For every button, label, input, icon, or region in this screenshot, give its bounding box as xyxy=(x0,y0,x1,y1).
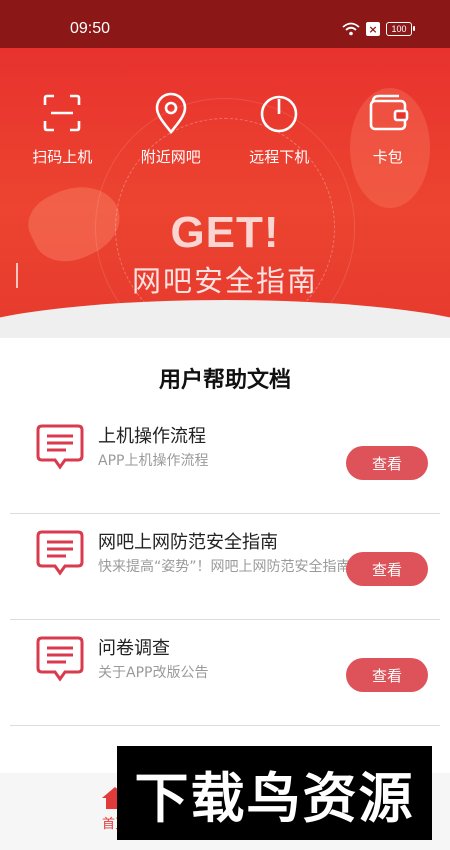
status-time: 09:50 xyxy=(70,20,111,37)
help-docs-section: 用户帮助文档 上机操作流程 APP上机操作流程 查看 网吧上网防范安全指南 快来… xyxy=(0,338,450,773)
list-item[interactable]: 上机操作流程 APP上机操作流程 查看 xyxy=(10,408,440,514)
power-icon xyxy=(260,95,298,133)
no-sim-icon: × xyxy=(366,22,380,36)
status-icons: × 100 xyxy=(342,22,415,36)
nav-label: 卡包 xyxy=(372,148,403,166)
hero-banner: 扫码上机 附近网吧 远程下机 卡包 GET! 网吧安全指南 xyxy=(0,48,450,338)
nav-item-scan[interactable]: 扫码上机 xyxy=(12,90,112,167)
nav-label: 远程下机 xyxy=(249,148,310,166)
nav-label: 扫码上机 xyxy=(32,148,93,166)
doc-subtitle: APP上机操作流程 xyxy=(98,453,209,469)
document-icon xyxy=(36,636,84,682)
document-icon xyxy=(36,424,84,470)
watermark: 下载鸟资源 xyxy=(117,746,432,840)
view-button[interactable]: 查看 xyxy=(346,446,428,480)
hero-curve xyxy=(0,300,450,338)
hero-headline: GET! xyxy=(170,208,280,257)
status-bar: 09:50 × 100 xyxy=(0,0,450,48)
nav-item-nearby[interactable]: 附近网吧 xyxy=(121,90,221,167)
battery-icon: 100 xyxy=(386,22,415,36)
scan-icon xyxy=(43,94,81,132)
list-item[interactable]: 网吧上网防范安全指南 快来提高“姿势”！网吧上网防范安全指南 查看 xyxy=(10,514,440,620)
hero-subtitle: 网吧安全指南 xyxy=(131,264,318,298)
quick-nav: 扫码上机 附近网吧 远程下机 卡包 xyxy=(0,90,450,167)
doc-title: 问卷调查 xyxy=(98,638,170,659)
location-pin-icon xyxy=(155,92,187,135)
view-button[interactable]: 查看 xyxy=(346,658,428,692)
section-title: 用户帮助文档 xyxy=(158,368,291,393)
wifi-icon xyxy=(342,22,360,36)
nav-item-remote-logout[interactable]: 远程下机 xyxy=(229,90,329,167)
nav-label: 附近网吧 xyxy=(140,148,201,166)
doc-title: 上机操作流程 xyxy=(98,426,206,447)
doc-subtitle: 快来提高“姿势”！网吧上网防范安全指南 xyxy=(98,559,350,575)
document-icon xyxy=(36,530,84,576)
view-button[interactable]: 查看 xyxy=(346,552,428,586)
wallet-icon xyxy=(369,94,409,131)
doc-title: 网吧上网防范安全指南 xyxy=(98,532,278,553)
nav-item-wallet[interactable]: 卡包 xyxy=(338,90,438,167)
doc-subtitle: 关于APP改版公告 xyxy=(98,665,209,681)
list-item[interactable]: 问卷调查 关于APP改版公告 查看 xyxy=(10,620,440,726)
